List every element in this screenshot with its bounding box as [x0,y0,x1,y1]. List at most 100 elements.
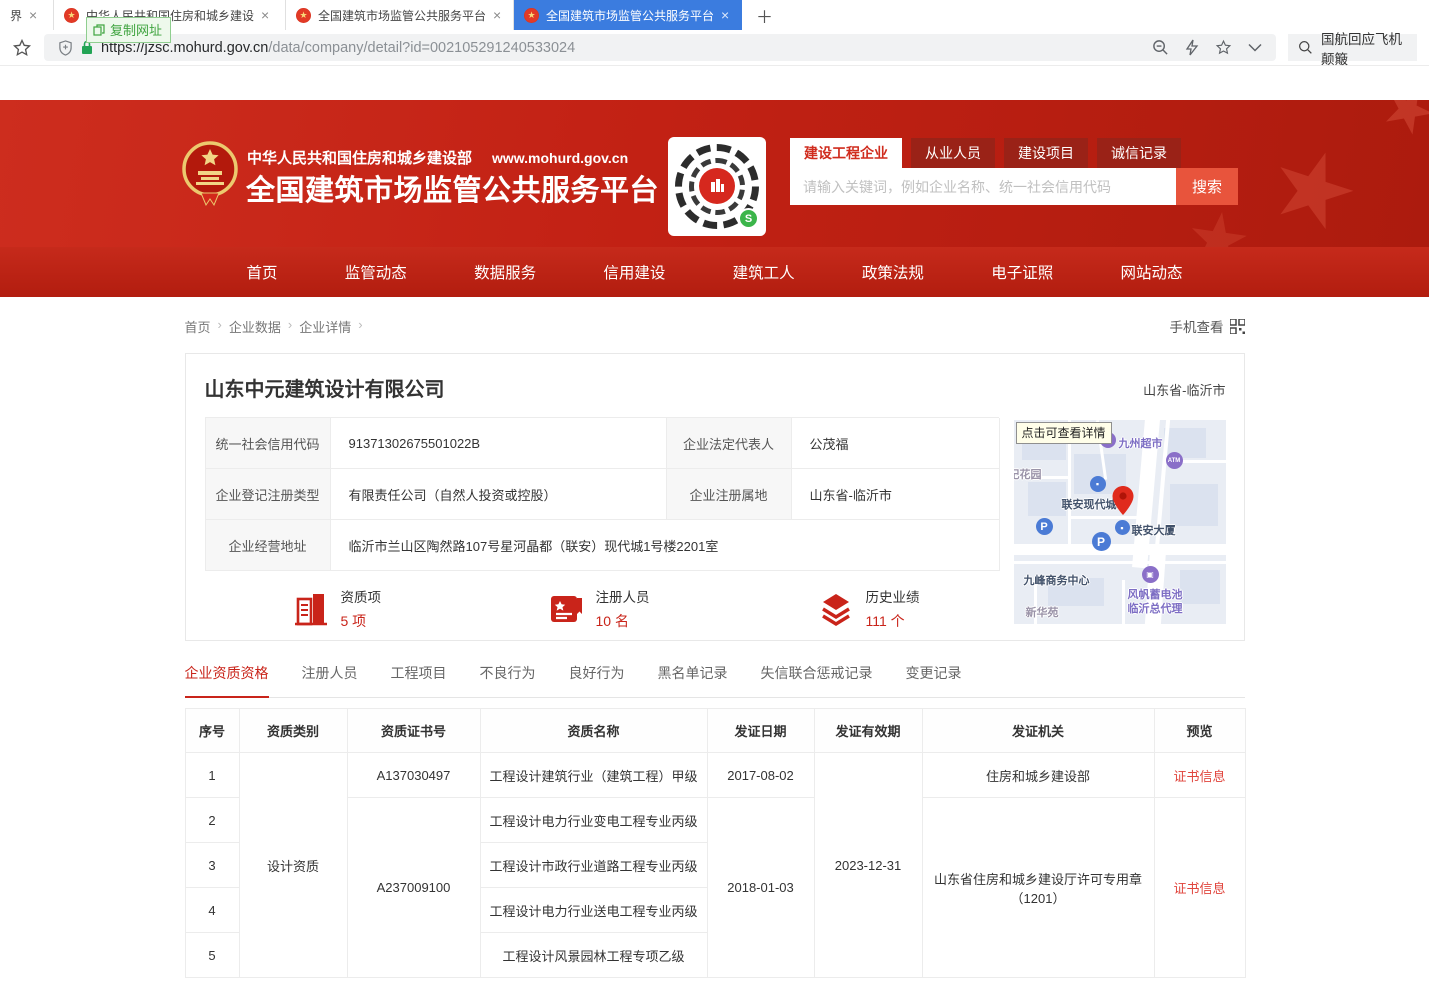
browser-search-box[interactable]: 国航回应飞机颠簸 [1288,34,1417,61]
company-info-table: 统一社会信用代码 91371302675501022B 企业法定代表人 公茂福 … [205,417,999,571]
close-icon[interactable]: × [721,8,729,22]
browser-tab-jzsc-active[interactable]: ★ 全国建筑市场监管公共服务平台 × [514,0,742,30]
close-icon[interactable]: × [261,8,269,22]
legal-rep-value: 公茂福 [792,418,1000,469]
nav-item-data-service[interactable]: 数据服务 [474,261,536,283]
mobile-view-button[interactable]: 手机查看 [1170,316,1245,336]
qualification-name: 工程设计建筑行业（建筑工程）甲级 [480,753,707,798]
favorite-star-icon[interactable] [1215,39,1232,56]
tab-registered-staff[interactable]: 注册人员 [302,663,358,697]
site-header: ★ ★ ★ 中华人民共和国住房和城乡建设部 www.mohurd.gov.cn … [0,100,1429,247]
close-icon[interactable]: × [29,8,37,22]
stat-value: 5 项 [341,611,382,631]
national-emblem-icon [181,133,239,216]
tab-projects[interactable]: 工程项目 [391,663,447,697]
ministry-site-url: www.mohurd.gov.cn [492,150,628,166]
map-label-lianan-tower: 联安大厦 [1132,522,1176,538]
qr-code[interactable]: S [668,137,766,236]
col-header: 发证日期 [707,709,814,753]
star-decoration: ★ [1368,100,1429,153]
stat-registered-staff[interactable]: 注册人员 10 名 [547,586,650,631]
tab-title: 界 [10,7,22,24]
battery-poi-icon: ▣ [1142,566,1159,583]
stat-track-record[interactable]: 历史业绩 111 个 [817,586,920,631]
issuing-authority: 住房和城乡建设部 [922,753,1154,798]
search-tab-credit[interactable]: 诚信记录 [1097,138,1181,168]
building-poi-icon: ▪ [1090,476,1106,492]
tab-qualifications[interactable]: 企业资质资格 [185,663,269,698]
search-tab-enterprise[interactable]: 建设工程企业 [790,138,902,168]
tab-change-records[interactable]: 变更记录 [906,663,962,697]
search-tab-project[interactable]: 建设项目 [1004,138,1088,168]
emblem-favicon-icon: ★ [64,8,79,23]
col-header: 序号 [185,709,239,753]
nav-item-workers[interactable]: 建筑工人 [733,261,795,283]
wechat-icon: S [738,208,759,229]
platform-title: 全国建筑市场监管公共服务平台 [246,167,659,209]
qualification-name: 工程设计电力行业变电工程专业丙级 [480,798,707,843]
bookmark-star-icon[interactable] [12,38,32,58]
map-label-business-center: 九峰商务中心 [1024,572,1090,588]
tab-dishonesty-records[interactable]: 失信联合惩戒记录 [761,663,873,697]
main-navigation: 首页 监管动态 数据服务 信用建设 建筑工人 政策法规 电子证照 网站动态 [0,247,1429,297]
nav-item-policy[interactable]: 政策法规 [862,261,924,283]
search-tab-practitioner[interactable]: 从业人员 [911,138,995,168]
map-tooltip: 点击可查看详情 [1016,422,1112,444]
keyword-search-input[interactable] [790,168,1176,205]
zoom-out-icon[interactable] [1152,39,1169,56]
qualification-name: 工程设计风景园林工程专项乙级 [480,933,707,978]
tower-poi-icon: ▪ [1115,520,1130,535]
reg-type-value: 有限责任公司（自然人投资或控股） [331,469,667,520]
chevron-down-icon[interactable] [1248,43,1262,52]
tab-blacklist[interactable]: 黑名单记录 [658,663,728,697]
map-pin-icon [1112,486,1134,521]
nav-item-e-license[interactable]: 电子证照 [991,261,1053,283]
reg-region-value: 山东省-临沂市 [792,469,1000,520]
tab-title: 全国建筑市场监管公共服务平台 [318,7,486,24]
breadcrumb-row: 首页› 企业数据› 企业详情› 手机查看 [185,297,1245,349]
map-label-xinhua: 新华苑 [1026,604,1059,620]
qualification-category: 设计资质 [239,753,347,978]
search-button[interactable]: 搜索 [1176,168,1238,205]
field-label: 企业登记注册类型 [206,469,331,520]
stat-label: 注册人员 [596,586,650,606]
validity-date: 2023-12-31 [814,753,922,978]
nav-item-supervision[interactable]: 监管动态 [345,261,407,283]
issue-date: 2017-08-02 [707,753,814,798]
copy-tooltip-text: 复制网址 [110,20,162,39]
breadcrumb-company-detail[interactable]: 企业详情 [299,317,351,336]
url-field[interactable]: https://jzsc.mohurd.gov.cn/data/company/… [44,34,1276,61]
stat-value: 10 名 [596,611,650,631]
row-number: 2 [185,798,239,843]
close-icon[interactable]: × [493,8,501,22]
flash-icon[interactable] [1185,39,1199,56]
copy-url-tooltip: 复制网址 [86,17,171,43]
table-row: 1 设计资质 A137030497 工程设计建筑行业（建筑工程）甲级 2017-… [185,753,1245,798]
shield-icon[interactable] [58,40,73,56]
new-tab-button[interactable]: ＋ [742,0,787,30]
row-number: 1 [185,753,239,798]
company-region: 山东省-临沂市 [1143,380,1225,399]
browser-tab-partial[interactable]: 界 × [0,0,54,30]
certificate-info-link[interactable]: 证书信息 [1173,769,1225,784]
nav-item-home[interactable]: 首页 [247,261,278,283]
detail-section-tabs: 企业资质资格 注册人员 工程项目 不良行为 良好行为 黑名单记录 失信联合惩戒记… [185,663,1245,698]
tab-bad-behavior[interactable]: 不良行为 [480,663,536,697]
stat-qualifications[interactable]: 资质项 5 项 [292,586,382,631]
col-header: 预览 [1154,709,1245,753]
tab-good-behavior[interactable]: 良好行为 [569,663,625,697]
tab-title: 全国建筑市场监管公共服务平台 [546,7,714,24]
breadcrumb-home[interactable]: 首页 [185,317,211,336]
company-location-map[interactable]: 点击可查看详情 ▣ 九州超市 ATM 纪花园 ▪ 联安现代城 ▪ 联安大厦 P … [1014,420,1226,624]
certificate-info-link[interactable]: 证书信息 [1173,881,1225,896]
nav-item-credit[interactable]: 信用建设 [603,261,665,283]
nav-item-site-news[interactable]: 网站动态 [1120,261,1182,283]
company-summary-card: 山东中元建筑设计有限公司 山东省-临沂市 统一社会信用代码 9137130267… [185,353,1245,641]
star-decoration: ★ [1253,119,1374,247]
col-header: 发证机关 [922,709,1154,753]
map-label-supermarket: 九州超市 [1119,435,1163,451]
qr-mini-icon [1230,319,1245,334]
browser-tab-jzsc-1[interactable]: ★ 全国建筑市场监管公共服务平台 × [286,0,514,30]
qualification-name: 工程设计市政行业道路工程专业丙级 [480,843,707,888]
breadcrumb-company-data[interactable]: 企业数据 [229,317,281,336]
